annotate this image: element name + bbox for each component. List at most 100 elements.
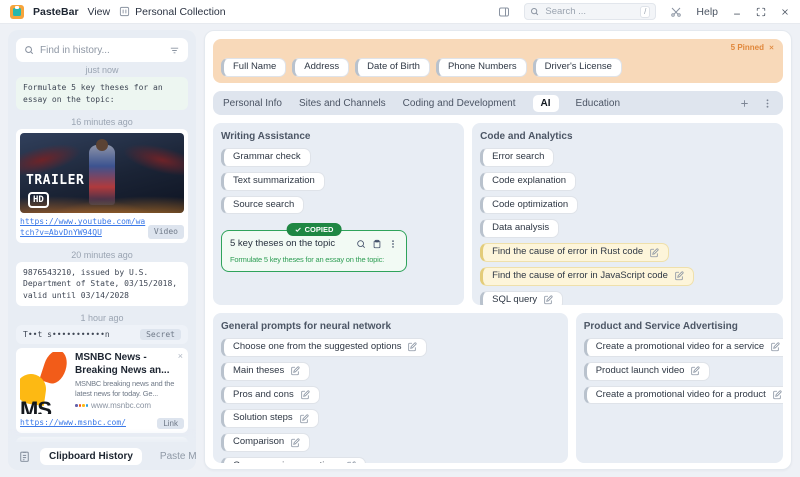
history-timestamp: 20 minutes ago — [71, 249, 133, 260]
secret-badge: Secret — [140, 329, 181, 341]
board-code-and-analytics: Code and Analytics Error search Code exp… — [472, 123, 783, 305]
linkcard-title: MSNBC News - Breaking News an... — [75, 352, 170, 376]
msnbc-logo: MS — [20, 352, 70, 415]
history-item-video[interactable]: TRAILER HD https://www.youtube.com/watch… — [16, 129, 188, 243]
board-title: Code and Analytics — [480, 131, 573, 142]
link-badge: Link — [157, 417, 184, 429]
clip-body: Formulate 5 key theses for an essay on t… — [230, 255, 385, 265]
pinned-clip-phone-numbers[interactable]: Phone Numbers — [435, 58, 527, 77]
clip-pros-and-cons[interactable]: Pros and cons — [221, 385, 320, 405]
collection-icon — [119, 6, 130, 17]
template-icon — [290, 366, 300, 376]
template-icon — [543, 295, 553, 305]
global-search[interactable]: / — [524, 3, 657, 20]
app-title: PasteBar — [33, 5, 79, 18]
pinned-section: 5 Pinned Full Name Address Date of Birth… — [213, 39, 783, 83]
clipboard-history-panel: just now Formulate 5 key theses for an e… — [8, 30, 196, 470]
clip-label: Text summarization — [233, 174, 315, 186]
titlebar: PasteBar View Personal Collection / Help — [0, 0, 800, 24]
filter-icon[interactable] — [169, 45, 180, 56]
tab-sites-and-channels[interactable]: Sites and Channels — [299, 98, 386, 109]
scissors-icon[interactable] — [670, 6, 682, 18]
panel-layout-icon[interactable] — [498, 6, 510, 18]
clip-promo-video-service[interactable]: Create a promotional video for a service — [583, 338, 783, 357]
search-shortcut-key: / — [640, 5, 651, 18]
clip-rust-error[interactable]: Find the cause of error in Rust code — [480, 243, 670, 263]
clip-label: Grammar check — [233, 151, 301, 162]
maximize-icon[interactable] — [756, 7, 766, 17]
history-item-link[interactable]: https://www.msnbc.com/ — [20, 417, 150, 428]
clip-error-search[interactable]: Error search — [480, 148, 555, 167]
history-item-text[interactable]: Formulate 5 key theses for an essay on t… — [16, 77, 188, 111]
close-icon[interactable] — [780, 7, 790, 17]
thumbnail-title: TRAILER — [26, 173, 85, 189]
clip-label: Driver's License — [544, 61, 612, 73]
clip-5-key-theses-copied[interactable]: COPIED 5 key theses on the topic Formula… — [221, 223, 407, 273]
tab-coding-and-development[interactable]: Coding and Development — [403, 98, 516, 109]
clip-label: SQL query — [492, 293, 538, 305]
template-icon — [300, 390, 310, 400]
clip-label: Date of Birth — [367, 61, 420, 73]
help-button[interactable]: Help — [696, 6, 718, 18]
clipboard-icon[interactable] — [18, 450, 31, 463]
history-item-linkcard[interactable]: MS MSNBC News - Breaking News an... MSNB… — [16, 348, 188, 433]
tab-clipboard-history[interactable]: Clipboard History — [40, 447, 142, 465]
clip-source-search[interactable]: Source search — [221, 195, 305, 215]
tab-ai[interactable]: AI — [532, 94, 559, 112]
history-item-secret[interactable]: T••t s•••••••••••n Secret — [16, 325, 188, 345]
clip-label: Find the cause of error in JavaScript co… — [492, 270, 668, 282]
more-options-icon[interactable] — [762, 98, 773, 109]
clip-label: Error search — [492, 151, 545, 162]
clip-promo-video-product[interactable]: Create a promotional video for a product — [583, 385, 783, 405]
clip-label: Create a promotional video for a product — [595, 388, 766, 400]
pinned-clip-address[interactable]: Address — [292, 58, 350, 77]
clip-sql-query[interactable]: SQL query — [480, 290, 564, 305]
clip-text-summarization[interactable]: Text summarization — [221, 171, 325, 191]
add-tab-icon[interactable] — [739, 98, 750, 109]
clip-javascript-error[interactable]: Find the cause of error in JavaScript co… — [480, 267, 694, 286]
collection-selector[interactable]: Personal Collection — [119, 6, 226, 18]
pinned-clip-full-name[interactable]: Full Name — [221, 58, 287, 77]
tab-education[interactable]: Education — [576, 98, 620, 109]
clip-label: Solution steps — [233, 412, 293, 424]
tab-personal-info[interactable]: Personal Info — [223, 98, 282, 109]
clip-main-theses[interactable]: Main theses — [221, 361, 311, 381]
search-icon[interactable] — [356, 239, 366, 249]
menu-view[interactable]: View — [88, 6, 111, 18]
copy-icon[interactable] — [372, 239, 382, 249]
global-search-input[interactable] — [545, 6, 635, 17]
pinned-clip-drivers-license[interactable]: Driver's License — [532, 58, 622, 77]
pinned-clip-date-of-birth[interactable]: Date of Birth — [355, 58, 430, 77]
thumb-art — [120, 137, 184, 183]
clip-comparison[interactable]: Comparison — [221, 433, 311, 453]
clip-grammar-check[interactable]: Grammar check — [221, 148, 311, 167]
history-search[interactable] — [16, 38, 188, 62]
collection-board-panel: 5 Pinned Full Name Address Date of Birth… — [204, 30, 792, 470]
template-icon — [290, 438, 300, 448]
clip-code-optimization[interactable]: Code optimization — [480, 195, 579, 215]
more-options-icon[interactable] — [388, 239, 398, 249]
tab-paste-menu[interactable]: Paste Menu — [151, 448, 196, 465]
peacock-icon — [75, 404, 88, 407]
history-item-link[interactable]: https://www.youtube.com/watch?v=AbvDnYW9… — [20, 216, 150, 238]
unpin-all-icon[interactable] — [768, 44, 775, 51]
clip-product-launch-video[interactable]: Product launch video — [583, 361, 711, 381]
board-title: General prompts for neural network — [221, 321, 392, 332]
board-product-advertising: Product and Service Advertising Create a… — [575, 313, 783, 463]
clip-data-analysis[interactable]: Data analysis — [480, 219, 560, 239]
template-icon — [407, 342, 418, 352]
clip-choose-option[interactable]: Choose one from the suggested options — [221, 338, 428, 357]
pinned-count: 5 Pinned — [730, 43, 764, 52]
clip-common-misconceptions[interactable]: Common misconceptions — [221, 457, 366, 463]
clip-code-explanation[interactable]: Code explanation — [480, 171, 577, 191]
close-icon[interactable]: × — [178, 352, 183, 361]
template-icon — [770, 342, 780, 352]
board-title: Writing Assistance — [221, 131, 311, 142]
logo-text: MS — [20, 397, 52, 415]
minimize-icon[interactable] — [732, 7, 742, 17]
thumb-art — [96, 139, 108, 152]
history-item-text[interactable]: 9876543210, issued by U.S. Department of… — [16, 261, 188, 307]
clip-label: Common misconceptions — [233, 460, 340, 463]
clip-solution-steps[interactable]: Solution steps — [221, 409, 319, 429]
history-search-input[interactable] — [40, 44, 163, 56]
